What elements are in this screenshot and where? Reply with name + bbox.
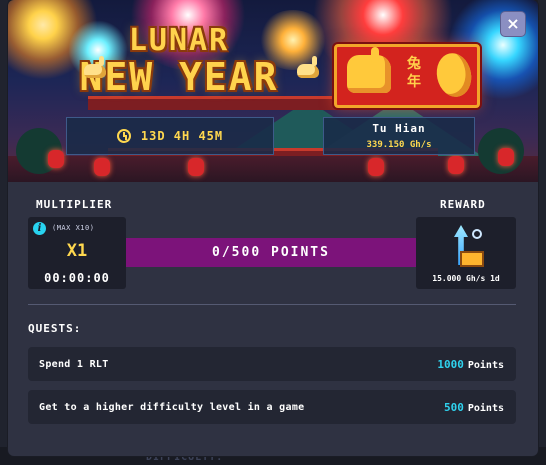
sign-characters: 兔 年: [403, 55, 425, 91]
event-timer-text: 13D 4H 45M: [140, 129, 224, 143]
event-banner: LUNAR NEW YEAR 兔 年 13D 4H 45M Tu Hian 33…: [8, 0, 538, 182]
quest-reward: 1000 Points: [437, 358, 504, 371]
coin-icon: [432, 49, 476, 101]
background-right: [538, 0, 546, 465]
info-icon[interactable]: i: [33, 222, 46, 235]
lantern: [368, 158, 384, 176]
dot-shape: [472, 229, 482, 239]
background-left: [0, 0, 8, 465]
multiplier-label: MULTIPLIER: [36, 198, 113, 211]
clock-icon: [116, 129, 131, 143]
power-name: Tu Hian: [372, 122, 426, 135]
rabbit-icon: [297, 56, 319, 78]
quest-item[interactable]: Spend 1 RLT 1000 Points: [28, 347, 516, 381]
power-value: 339.150 Gh/s: [366, 140, 432, 150]
event-timer: 13D 4H 45M: [66, 117, 274, 155]
lantern: [48, 150, 64, 168]
sign-char: 兔: [407, 56, 421, 72]
quest-reward: 500 Points: [444, 401, 504, 414]
quest-item[interactable]: Get to a higher difficulty level in a ga…: [28, 390, 516, 424]
rabbit-icon: [84, 56, 106, 78]
close-icon: ×: [506, 14, 520, 33]
event-title-line1: LUNAR: [128, 23, 230, 58]
reward-box: 15.000 Gh/s 1d: [416, 217, 516, 289]
box-shape: [460, 251, 484, 267]
reward-value: 15.000 Gh/s 1d: [432, 274, 500, 283]
multiplier-value: X1: [66, 241, 88, 261]
quest-name: Spend 1 RLT: [39, 358, 109, 370]
miner-reward-icon: [448, 225, 484, 269]
event-power-panel: Tu Hian 339.150 Gh/s: [323, 117, 475, 155]
rabbit-year-sign: 兔 年: [334, 44, 480, 108]
multiplier-box: i (MAX X10) X1 00:00:00: [28, 217, 126, 289]
lantern: [94, 158, 110, 176]
sign-char: 年: [407, 74, 421, 90]
quest-points: 500: [444, 400, 464, 414]
event-title: LUNAR NEW YEAR: [64, 23, 319, 96]
quest-points-unit: Points: [467, 402, 504, 414]
quest-name: Get to a higher difficulty level in a ga…: [39, 401, 305, 413]
quests-label: QUESTS:: [28, 322, 82, 335]
progress-text: 0/500 POINTS: [212, 245, 330, 260]
reward-label: REWARD: [440, 198, 486, 211]
divider: [28, 304, 516, 305]
multiplier-timer: 00:00:00: [44, 271, 110, 285]
lantern: [498, 148, 514, 166]
multiplier-max-text: (MAX X10): [52, 224, 95, 232]
lunar-event-modal: LUNAR NEW YEAR 兔 年 13D 4H 45M Tu Hian 33…: [8, 0, 538, 456]
quest-points-unit: Points: [467, 359, 504, 371]
close-button[interactable]: ×: [501, 12, 525, 36]
points-progress-bar: 0/500 POINTS: [126, 238, 416, 267]
quest-points: 1000: [437, 357, 464, 371]
lantern: [448, 156, 464, 174]
lantern: [188, 158, 204, 176]
rabbit-icon: [347, 47, 391, 93]
